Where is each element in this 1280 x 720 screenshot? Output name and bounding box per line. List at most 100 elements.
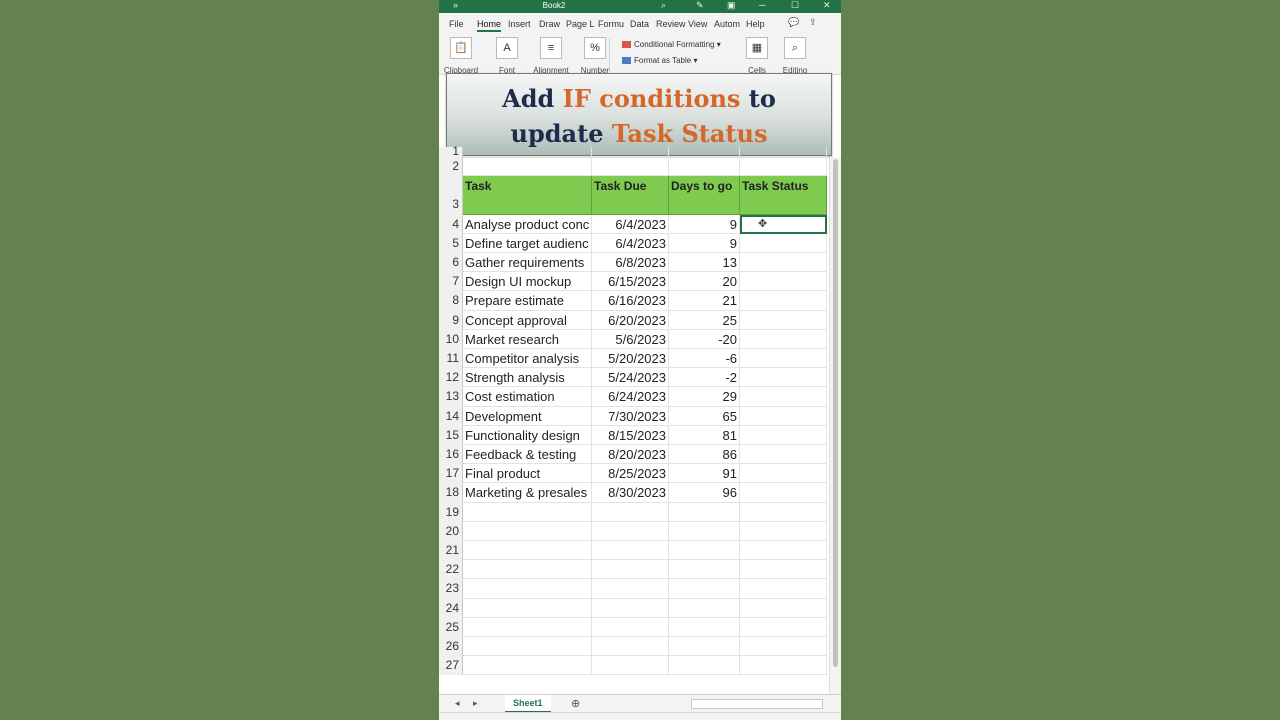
- cell[interactable]: Development: [463, 406, 592, 426]
- row-header[interactable]: 25: [439, 617, 463, 637]
- cell[interactable]: [740, 598, 827, 618]
- cell[interactable]: -20: [669, 329, 740, 349]
- share-icon[interactable]: ⇪: [809, 17, 817, 28]
- close-icon[interactable]: ✕: [823, 0, 831, 11]
- tab-home[interactable]: Home: [477, 19, 502, 32]
- cell[interactable]: 81: [669, 425, 740, 445]
- ribbon-group-alignment[interactable]: ≡ Alignment: [529, 37, 573, 75]
- ribbon-group-editing[interactable]: ⌕ Editing: [777, 37, 813, 75]
- cell[interactable]: [463, 617, 592, 637]
- cell[interactable]: 21: [669, 291, 740, 311]
- cell[interactable]: [463, 147, 592, 157]
- cell[interactable]: Design UI mockup: [463, 272, 592, 292]
- cell[interactable]: [592, 656, 669, 676]
- cell[interactable]: 5/24/2023: [592, 368, 669, 388]
- cell[interactable]: [592, 617, 669, 637]
- row-header[interactable]: 24: [439, 598, 463, 618]
- horizontal-scrollbar[interactable]: [691, 699, 823, 709]
- cell[interactable]: [669, 656, 740, 676]
- cell[interactable]: [740, 464, 827, 484]
- cell[interactable]: [592, 502, 669, 522]
- cell[interactable]: [669, 560, 740, 580]
- cell[interactable]: Gather requirements: [463, 253, 592, 273]
- cell[interactable]: Strength analysis: [463, 368, 592, 388]
- cell[interactable]: Days to go: [669, 176, 740, 215]
- row-header[interactable]: 11: [439, 349, 463, 369]
- cell[interactable]: 6/24/2023: [592, 387, 669, 407]
- row-header[interactable]: 14: [439, 406, 463, 426]
- vertical-scrollbar[interactable]: [829, 157, 841, 694]
- cell[interactable]: [592, 521, 669, 541]
- cell[interactable]: Task Due: [592, 176, 669, 215]
- cell[interactable]: [740, 310, 827, 330]
- cell[interactable]: [740, 157, 827, 177]
- conditional-formatting-button[interactable]: Conditional Formatting ▾: [622, 40, 721, 49]
- cell[interactable]: 6/16/2023: [592, 291, 669, 311]
- cell[interactable]: [740, 521, 827, 541]
- cell[interactable]: [740, 349, 827, 369]
- tab-draw[interactable]: Draw: [539, 19, 560, 29]
- cell[interactable]: -2: [669, 368, 740, 388]
- cell[interactable]: [740, 272, 827, 292]
- cell[interactable]: [592, 560, 669, 580]
- cell[interactable]: 25: [669, 310, 740, 330]
- row-header[interactable]: 3: [439, 176, 463, 215]
- cell[interactable]: 6/8/2023: [592, 253, 669, 273]
- row-header[interactable]: 23: [439, 579, 463, 599]
- cell[interactable]: [592, 579, 669, 599]
- cell[interactable]: 6/4/2023: [592, 233, 669, 253]
- row-header[interactable]: 4: [439, 214, 463, 234]
- row-header[interactable]: 27: [439, 656, 463, 676]
- cell[interactable]: [669, 502, 740, 522]
- row-header[interactable]: 13: [439, 387, 463, 407]
- cell[interactable]: [669, 637, 740, 657]
- cell[interactable]: [740, 617, 827, 637]
- cell[interactable]: [740, 637, 827, 657]
- cell[interactable]: 5/20/2023: [592, 349, 669, 369]
- cell[interactable]: [669, 541, 740, 561]
- cell[interactable]: [740, 253, 827, 273]
- row-header[interactable]: 5: [439, 233, 463, 253]
- tab-review[interactable]: Review: [656, 19, 686, 29]
- cell[interactable]: [740, 406, 827, 426]
- cell[interactable]: 8/15/2023: [592, 425, 669, 445]
- tab-formu[interactable]: Formu: [598, 19, 624, 29]
- sheet-tab[interactable]: Sheet1: [505, 695, 551, 713]
- cell[interactable]: [669, 157, 740, 177]
- cell[interactable]: Prepare estimate: [463, 291, 592, 311]
- cell[interactable]: 91: [669, 464, 740, 484]
- row-header[interactable]: 17: [439, 464, 463, 484]
- cell[interactable]: 8/30/2023: [592, 483, 669, 503]
- cell[interactable]: [740, 483, 827, 503]
- pen-icon[interactable]: ✎: [696, 0, 704, 11]
- cell[interactable]: [740, 291, 827, 311]
- cell[interactable]: 8/20/2023: [592, 445, 669, 465]
- row-header[interactable]: 2: [439, 157, 463, 177]
- cell[interactable]: [740, 579, 827, 599]
- cell[interactable]: [592, 637, 669, 657]
- row-header[interactable]: 16: [439, 445, 463, 465]
- tab-file[interactable]: File: [449, 19, 464, 29]
- row-header[interactable]: 19: [439, 502, 463, 522]
- tab-view[interactable]: View: [688, 19, 707, 29]
- cell[interactable]: [740, 445, 827, 465]
- format-as-table-button[interactable]: Format as Table ▾: [622, 56, 697, 65]
- cell[interactable]: Marketing & presales: [463, 483, 592, 503]
- row-header[interactable]: 26: [439, 637, 463, 657]
- cell[interactable]: 9: [669, 233, 740, 253]
- cell[interactable]: 86: [669, 445, 740, 465]
- cell[interactable]: [592, 598, 669, 618]
- row-header[interactable]: 12: [439, 368, 463, 388]
- cell[interactable]: Market research: [463, 329, 592, 349]
- ribbon-group-number[interactable]: % Number: [577, 37, 613, 75]
- cell[interactable]: [740, 147, 827, 157]
- row-header[interactable]: 18: [439, 483, 463, 503]
- cell[interactable]: 6/20/2023: [592, 310, 669, 330]
- cell[interactable]: Task Status: [740, 176, 827, 215]
- row-header[interactable]: 21: [439, 541, 463, 561]
- cell[interactable]: [669, 147, 740, 157]
- cell[interactable]: 96: [669, 483, 740, 503]
- cell[interactable]: [463, 157, 592, 177]
- cell[interactable]: 6/4/2023: [592, 214, 669, 234]
- cell[interactable]: [740, 560, 827, 580]
